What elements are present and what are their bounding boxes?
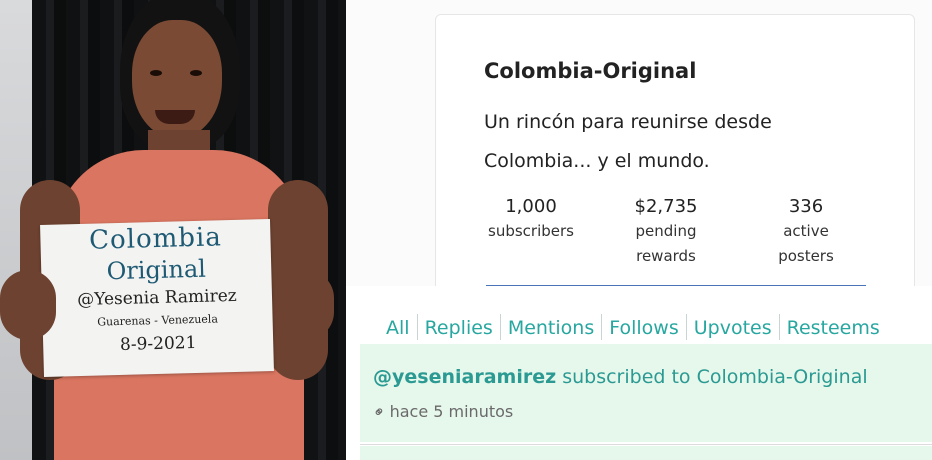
verification-photo: Colombia Original @Yesenia Ramirez Guare… (0, 0, 346, 460)
notification-divider (360, 444, 932, 445)
notification-item-next[interactable] (360, 446, 932, 460)
tab-follows[interactable]: Follows (609, 317, 679, 339)
community-card-area: Colombia-Original Un rincón para reunirs… (346, 0, 932, 306)
sign-line-1: Colombia (88, 222, 223, 256)
sign-line-5: 8-9-2021 (119, 332, 197, 355)
person-hand-left (0, 270, 56, 340)
stat-value: 1,000 (505, 196, 557, 217)
stat-value: 336 (788, 196, 824, 217)
sign-line-2: Original (106, 254, 207, 286)
tab-all[interactable]: All (386, 317, 410, 339)
tab-replies[interactable]: Replies (425, 317, 493, 339)
notification-time-text: hace 5 minutos (389, 402, 514, 421)
notification-text: @yeseniaramirez subscribed to Colombia-O… (373, 366, 868, 388)
tab-separator (499, 314, 501, 340)
notification-timestamp[interactable]: ⚭hace 5 minutos (368, 401, 514, 423)
tab-upvotes[interactable]: Upvotes (694, 317, 772, 339)
tab-separator (601, 314, 603, 340)
person-eye-right (190, 70, 202, 76)
stat-label-2: posters (778, 247, 834, 265)
stat-label: active (783, 222, 829, 240)
sign-line-3: @Yesenia Ramirez (76, 285, 238, 311)
community-card: Colombia-Original Un rincón para reunirs… (435, 14, 915, 306)
stat-value: $2,735 (634, 196, 698, 217)
stat-active-posters: 336 active posters (741, 195, 871, 269)
tab-mentions[interactable]: Mentions (508, 317, 594, 339)
notification-user-link[interactable]: @yeseniaramirez (373, 366, 556, 388)
community-description: Un rincón para reunirse desde Colombia..… (484, 111, 772, 172)
person-hand-right (278, 270, 334, 340)
stat-label: pending (635, 222, 697, 240)
community-stats: 1,000 subscribers $2,735 pending rewards… (466, 195, 886, 285)
notification-action: subscribed to Colombia-Original (556, 366, 868, 388)
handwritten-sign: Colombia Original @Yesenia Ramirez Guare… (40, 219, 274, 377)
notification-tabs: All Replies Mentions Follows Upvotes Resteems (386, 314, 880, 340)
community-title[interactable]: Colombia-Original (484, 59, 696, 83)
notification-item[interactable]: @yeseniaramirez subscribed to Colombia-O… (360, 344, 932, 442)
tab-separator (685, 314, 687, 340)
sign-line-4: Guarenas - Venezuela (97, 312, 219, 329)
stat-pending-rewards: $2,735 pending rewards (601, 195, 731, 269)
notifications-panel: All Replies Mentions Follows Upvotes Resteems… (346, 286, 932, 460)
tab-resteems[interactable]: Resteems (787, 317, 880, 339)
stat-label: subscribers (488, 222, 574, 240)
person-eye-left (150, 70, 162, 76)
stat-label-2: rewards (636, 247, 696, 265)
tab-separator (416, 314, 418, 340)
tab-separator (778, 314, 780, 340)
stat-subscribers: 1,000 subscribers (466, 195, 596, 244)
link-icon: ⚭ (368, 401, 391, 423)
